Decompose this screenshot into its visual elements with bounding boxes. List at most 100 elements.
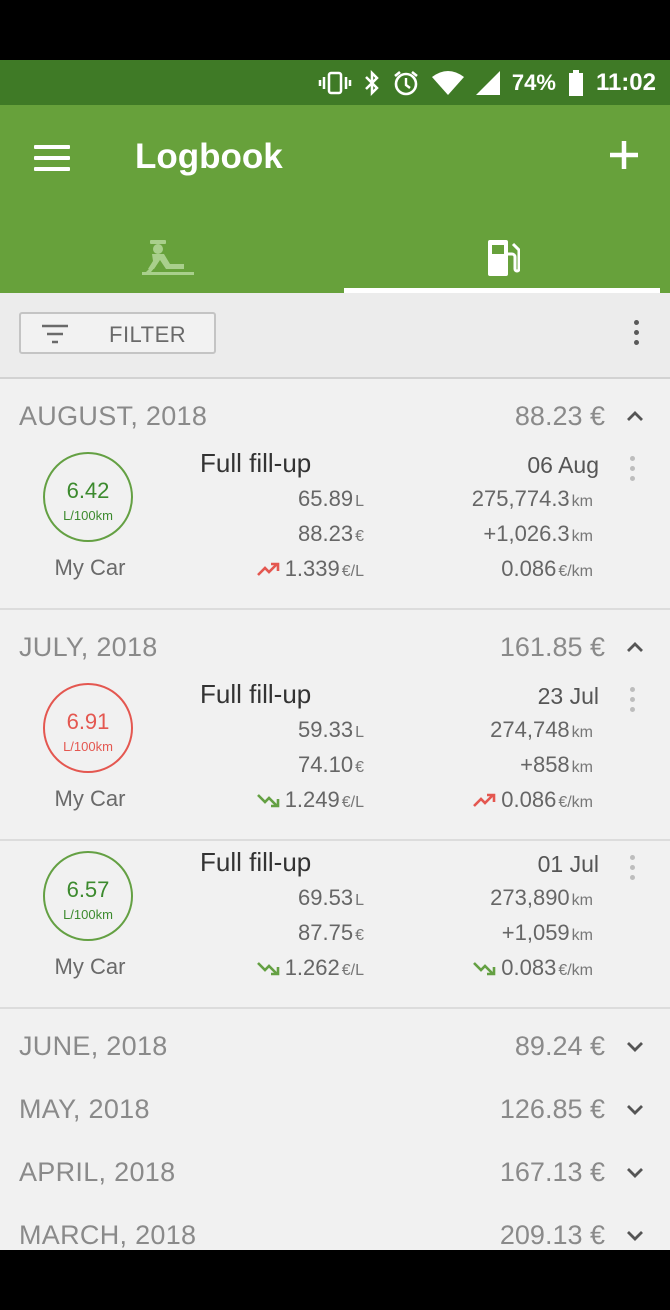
signal-icon xyxy=(475,70,500,95)
liters-value: 65.89 xyxy=(298,486,354,511)
odometer-value: 273,890 xyxy=(490,885,570,910)
status-bar: 74% 11:02 xyxy=(0,60,670,105)
list-item[interactable]: 6.42 L/100km My Car Full fill-up 06 Aug … xyxy=(0,442,670,608)
entry-more-icon[interactable] xyxy=(622,687,642,717)
entry-date: 01 Jul xyxy=(537,851,599,877)
filter-label: FILTER xyxy=(109,322,187,347)
month-header[interactable]: JUNE, 2018 89.24 € xyxy=(0,1009,670,1072)
app-bar: Logbook xyxy=(0,105,670,293)
month-header[interactable]: MAY, 2018 126.85 € xyxy=(0,1072,670,1135)
month-header[interactable]: JULY, 2018 161.85 € xyxy=(0,610,670,673)
liters-unit: L xyxy=(355,724,364,741)
more-options-icon[interactable] xyxy=(626,320,646,350)
month-name: AUGUST, 2018 xyxy=(19,401,208,431)
chevron-down-icon[interactable] xyxy=(624,1035,646,1057)
distance-value: +1,059 xyxy=(501,920,570,945)
chevron-up-icon[interactable] xyxy=(624,405,646,427)
price-cell: 1.249 €/L xyxy=(256,787,364,813)
month-header[interactable]: APRIL, 2018 167.13 € xyxy=(0,1135,670,1198)
vibrate-icon xyxy=(318,71,352,95)
price-value: 1.262 xyxy=(284,955,340,980)
liters-value: 69.53 xyxy=(298,885,354,910)
bluetooth-icon xyxy=(364,69,380,96)
month-name: MARCH, 2018 xyxy=(19,1220,197,1250)
alarm-icon xyxy=(392,69,420,97)
liters-cell: 65.89 L xyxy=(298,486,364,512)
cost-value: 87.75 xyxy=(298,920,354,945)
list-item[interactable]: 6.57 L/100km My Car Full fill-up 01 Jul … xyxy=(0,841,670,1007)
trend-down-icon xyxy=(473,962,496,976)
chevron-down-icon[interactable] xyxy=(624,1224,646,1246)
cost-per-km-cell: 0.086 €/km xyxy=(501,556,593,582)
consumption-value: 6.57 xyxy=(66,877,110,902)
cost-per-km-cell: 0.086 €/km xyxy=(473,787,593,813)
clock: 11:02 xyxy=(595,68,656,96)
trips-icon xyxy=(141,240,194,275)
odometer-cell: 273,890 km xyxy=(490,885,593,911)
distance-unit: km xyxy=(571,927,593,944)
list-item[interactable]: 6.91 L/100km My Car Full fill-up 23 Jul … xyxy=(0,673,670,839)
odometer-unit: km xyxy=(571,493,593,510)
price-value: 1.249 xyxy=(284,787,340,812)
consumption-unit: L/100km xyxy=(63,907,113,922)
chevron-down-icon[interactable] xyxy=(624,1161,646,1183)
entry-date: 23 Jul xyxy=(537,683,599,709)
entry-more-icon[interactable] xyxy=(622,456,642,486)
consumption-badge: 6.42 L/100km xyxy=(43,452,133,542)
distance-cell: +858 km xyxy=(520,752,593,778)
cost-cell: 74.10 € xyxy=(298,752,364,778)
cost-per-km-value: 0.083 xyxy=(501,955,557,980)
liters-cell: 59.33 L xyxy=(298,717,364,743)
entry-more-icon[interactable] xyxy=(622,855,642,885)
distance-cell: +1,026.3 km xyxy=(483,521,593,547)
battery-icon xyxy=(568,69,584,96)
logbook-list: AUGUST, 2018 88.23 € 6.42 L/100km My Car… xyxy=(0,379,670,1250)
price-unit: €/L xyxy=(341,563,364,580)
navigation-bar xyxy=(0,1250,670,1310)
tab-trips[interactable] xyxy=(0,223,335,293)
cost-cell: 87.75 € xyxy=(298,920,364,946)
cost-per-km-value: 0.086 xyxy=(501,787,557,812)
distance-cell: +1,059 km xyxy=(502,920,593,946)
price-cell: 1.262 €/L xyxy=(256,955,364,981)
month-name: JUNE, 2018 xyxy=(19,1031,168,1061)
add-entry-button[interactable] xyxy=(604,135,644,175)
trend-down-icon xyxy=(256,794,279,808)
filter-button[interactable]: FILTER xyxy=(19,312,216,354)
price-unit: €/L xyxy=(341,794,364,811)
filter-toolbar: FILTER xyxy=(0,293,670,379)
consumption-value: 6.42 xyxy=(66,478,110,503)
price-value: 1.339 xyxy=(284,556,340,581)
tab-fuel[interactable] xyxy=(335,223,670,293)
distance-value: +1,026.3 xyxy=(483,521,570,546)
month-header[interactable]: AUGUST, 2018 88.23 € xyxy=(0,379,670,442)
cost-per-km-unit: €/km xyxy=(558,962,593,979)
chevron-up-icon[interactable] xyxy=(624,636,646,658)
trend-up-icon xyxy=(473,793,496,808)
car-name: My Car xyxy=(54,555,126,580)
wifi-icon xyxy=(431,70,464,95)
cost-unit: € xyxy=(355,528,364,545)
liters-value: 59.33 xyxy=(298,717,354,742)
month-total: 89.24 € xyxy=(514,1031,605,1061)
consumption-unit: L/100km xyxy=(63,739,113,754)
page-title: Logbook xyxy=(135,137,283,176)
cost-per-km-unit: €/km xyxy=(558,563,593,580)
odometer-unit: km xyxy=(571,724,593,741)
cost-unit: € xyxy=(355,927,364,944)
cost-unit: € xyxy=(355,759,364,776)
entry-date: 06 Aug xyxy=(527,452,599,478)
liters-unit: L xyxy=(355,892,364,909)
menu-icon[interactable] xyxy=(34,145,70,171)
fuel-pump-icon xyxy=(487,240,520,276)
month-total: 209.13 € xyxy=(499,1220,605,1250)
month-header[interactable]: MARCH, 2018 209.13 € xyxy=(0,1198,670,1250)
cost-value: 74.10 xyxy=(298,752,354,777)
plus-icon xyxy=(610,141,638,169)
chevron-down-icon[interactable] xyxy=(624,1098,646,1120)
battery-percent: 74% xyxy=(511,69,556,95)
cost-per-km-cell: 0.083 €/km xyxy=(473,955,593,981)
odometer-cell: 274,748 km xyxy=(490,717,593,743)
odometer-cell: 275,774.3 km xyxy=(472,486,593,512)
car-name: My Car xyxy=(54,786,126,811)
